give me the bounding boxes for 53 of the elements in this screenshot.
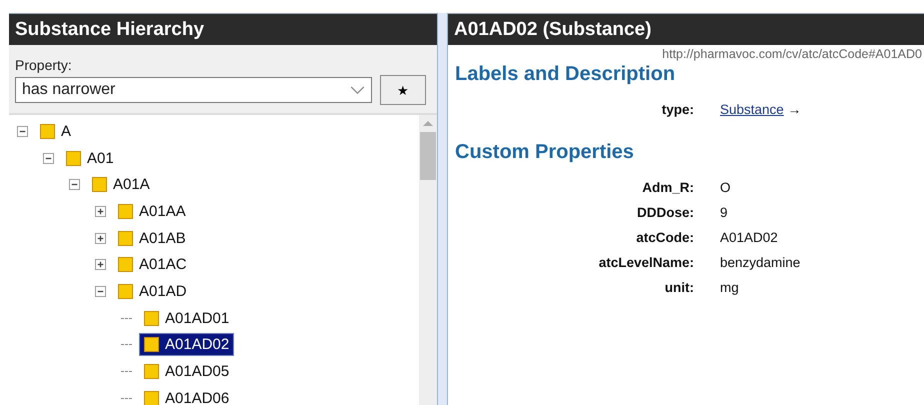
uri-text: http://pharmavoc.com/cv/atc/atcCode#A01AD0 bbox=[661, 47, 923, 61]
folder-icon bbox=[144, 390, 159, 405]
tree-item[interactable]: A01AD06 bbox=[140, 388, 234, 405]
section-heading: Custom Properties bbox=[454, 141, 635, 164]
property-value: 9 bbox=[720, 205, 728, 220]
scrollbar[interactable] bbox=[419, 115, 437, 405]
property-value: mg bbox=[720, 280, 739, 295]
collapse-icon[interactable] bbox=[17, 126, 28, 137]
folder-icon bbox=[118, 257, 133, 272]
property-name: atcLevelName: bbox=[598, 255, 694, 270]
folder-icon bbox=[144, 337, 159, 352]
field-label: Property: bbox=[15, 57, 73, 73]
property-link[interactable]: Substance bbox=[720, 102, 784, 117]
tree-item[interactable]: A01AD05 bbox=[140, 361, 234, 382]
property-value: benzydamine bbox=[720, 255, 800, 270]
tree-item[interactable]: A01AC bbox=[114, 254, 191, 276]
property-name: atcCode: bbox=[635, 230, 694, 245]
chevron-down-icon bbox=[350, 86, 365, 94]
star-button[interactable]: ★ bbox=[380, 75, 426, 105]
property-value: O bbox=[720, 180, 731, 195]
property-value: A01AD02 bbox=[720, 230, 778, 245]
tree-item[interactable]: A01AD01 bbox=[140, 308, 234, 329]
tree-item[interactable]: A bbox=[36, 120, 76, 142]
folder-icon bbox=[92, 177, 107, 192]
property-name: type: bbox=[660, 102, 694, 117]
tree-item[interactable]: A01AD02 bbox=[140, 334, 234, 356]
folder-icon bbox=[66, 150, 81, 166]
folder-icon bbox=[144, 364, 159, 380]
tree-item[interactable]: A01 bbox=[62, 148, 118, 169]
tree-item[interactable]: A01AB bbox=[114, 228, 190, 249]
property-name: unit: bbox=[664, 280, 694, 295]
folder-icon bbox=[118, 230, 133, 246]
scrollbar-thumb[interactable] bbox=[420, 132, 436, 180]
expand-icon[interactable] bbox=[95, 259, 106, 270]
folder-icon bbox=[118, 284, 133, 299]
collapse-icon[interactable] bbox=[95, 286, 106, 297]
panel-title: A01AD02 (Substance) bbox=[448, 14, 924, 45]
panel-title: Substance Hierarchy bbox=[9, 14, 437, 45]
expand-icon[interactable] bbox=[95, 232, 106, 244]
property-name: Adm_R: bbox=[641, 180, 694, 195]
expand-icon[interactable] bbox=[95, 206, 106, 217]
arrow-icon: → bbox=[788, 102, 802, 117]
collapse-icon[interactable] bbox=[69, 179, 80, 190]
folder-icon bbox=[118, 204, 133, 219]
tree-item[interactable]: A01A bbox=[88, 174, 154, 196]
tree-item[interactable]: A01AD bbox=[114, 280, 191, 302]
collapse-icon[interactable] bbox=[43, 152, 54, 164]
section-heading: Labels and Description bbox=[454, 63, 676, 86]
property-name: DDDose: bbox=[636, 205, 694, 220]
tree-item[interactable]: A01AA bbox=[114, 200, 190, 222]
folder-icon bbox=[40, 124, 55, 139]
property-dropdown[interactable]: has narrower bbox=[15, 77, 372, 103]
folder-icon bbox=[144, 310, 159, 326]
